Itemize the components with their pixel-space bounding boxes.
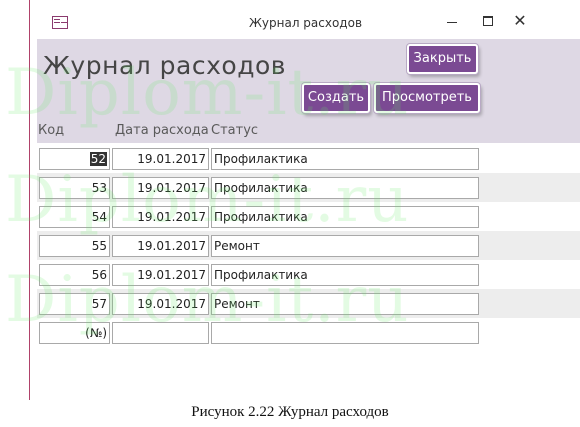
table-row[interactable]: 55 19.01.2017 Ремонт: [37, 231, 580, 260]
status-field[interactable]: Профилактика: [211, 177, 479, 199]
records-list: 52 19.01.2017 Профилактика 53 19.01.2017…: [37, 144, 580, 347]
code-field[interactable]: 54: [39, 206, 110, 228]
close-icon: ✕: [513, 11, 527, 30]
column-header-code: Код: [38, 123, 65, 138]
minimize-button[interactable]: [441, 12, 463, 30]
column-header-status: Статус: [211, 123, 259, 138]
date-field[interactable]: 19.01.2017: [112, 293, 209, 315]
date-field[interactable]: 19.01.2017: [112, 264, 209, 286]
table-row[interactable]: 57 19.01.2017 Ремонт: [37, 289, 580, 318]
figure-caption: Рисунок 2.22 Журнал расходов: [191, 404, 389, 420]
create-button[interactable]: Создать: [302, 83, 370, 113]
minimize-icon: [447, 22, 457, 23]
view-button[interactable]: Просмотреть: [374, 83, 480, 113]
code-field[interactable]: 52: [39, 148, 110, 170]
new-code-field[interactable]: (№): [39, 322, 110, 344]
new-record-row[interactable]: (№): [37, 318, 580, 347]
maximize-button[interactable]: [477, 12, 499, 30]
status-field[interactable]: Профилактика: [211, 148, 479, 170]
status-field[interactable]: Профилактика: [211, 206, 479, 228]
code-field[interactable]: 55: [39, 235, 110, 257]
code-field[interactable]: 56: [39, 264, 110, 286]
form-window: Журнал расходов ✕ Журнал расходов Закрыт…: [29, 0, 580, 400]
date-field[interactable]: 19.01.2017: [112, 235, 209, 257]
status-field[interactable]: Профилактика: [211, 264, 479, 286]
table-row[interactable]: 52 19.01.2017 Профилактика: [37, 144, 580, 173]
new-status-field[interactable]: [211, 322, 479, 344]
form-header: Журнал расходов Закрыть Создать Просмотр…: [37, 39, 580, 143]
title-bar[interactable]: Журнал расходов ✕: [30, 0, 580, 34]
status-field[interactable]: Ремонт: [211, 235, 479, 257]
date-field[interactable]: 19.01.2017: [112, 177, 209, 199]
status-field[interactable]: Ремонт: [211, 293, 479, 315]
table-row[interactable]: 53 19.01.2017 Профилактика: [37, 173, 580, 202]
code-field[interactable]: 53: [39, 177, 110, 199]
form-title: Журнал расходов: [43, 51, 287, 80]
maximize-icon: [483, 16, 493, 26]
date-field[interactable]: 19.01.2017: [112, 148, 209, 170]
table-row[interactable]: 56 19.01.2017 Профилактика: [37, 260, 580, 289]
table-row[interactable]: 54 19.01.2017 Профилактика: [37, 202, 580, 231]
column-header-date: Дата расхода: [115, 123, 209, 138]
selected-code-value: 52: [89, 152, 107, 166]
close-button[interactable]: Закрыть: [407, 44, 478, 74]
close-window-button[interactable]: ✕: [509, 12, 531, 30]
date-field[interactable]: 19.01.2017: [112, 206, 209, 228]
code-field[interactable]: 57: [39, 293, 110, 315]
new-date-field[interactable]: [112, 322, 209, 344]
